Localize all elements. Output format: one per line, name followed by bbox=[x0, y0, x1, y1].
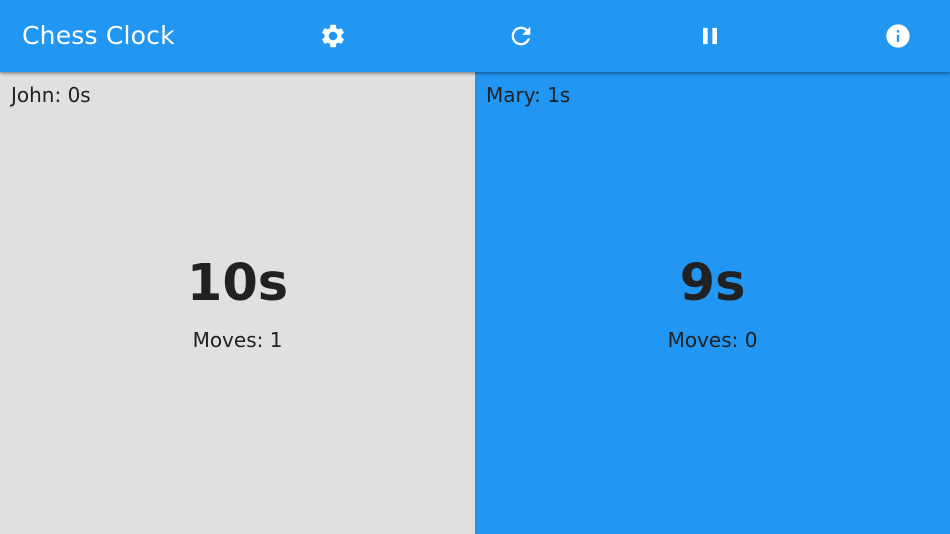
pause-icon bbox=[696, 22, 724, 50]
info-button[interactable] bbox=[874, 12, 922, 60]
player-one-moves: Moves: 1 bbox=[192, 328, 283, 352]
reset-button[interactable] bbox=[497, 12, 545, 60]
settings-button[interactable] bbox=[309, 12, 357, 60]
player-two-label: Mary: 1s bbox=[486, 83, 571, 107]
info-icon bbox=[884, 22, 912, 50]
player-two-moves: Moves: 0 bbox=[667, 328, 758, 352]
app-bar: Chess Clock bbox=[0, 0, 950, 72]
player-one-label: John: 0s bbox=[11, 83, 91, 107]
player-two-clock-pane[interactable]: Mary: 1s 9s Moves: 0 bbox=[475, 72, 950, 534]
pause-button[interactable] bbox=[686, 12, 734, 60]
player-one-clock-pane[interactable]: John: 0s 10s Moves: 1 bbox=[0, 72, 475, 534]
chess-clock-app: Chess Clock John: 0s 10s Moves: 1 Mary: … bbox=[0, 0, 950, 534]
refresh-icon bbox=[507, 22, 535, 50]
clock-panes: John: 0s 10s Moves: 1 Mary: 1s 9s Moves:… bbox=[0, 72, 950, 534]
player-one-time: 10s bbox=[186, 254, 289, 313]
player-two-time: 9s bbox=[679, 254, 746, 313]
app-title: Chess Clock bbox=[22, 21, 175, 50]
settings-gear-icon bbox=[319, 22, 347, 50]
